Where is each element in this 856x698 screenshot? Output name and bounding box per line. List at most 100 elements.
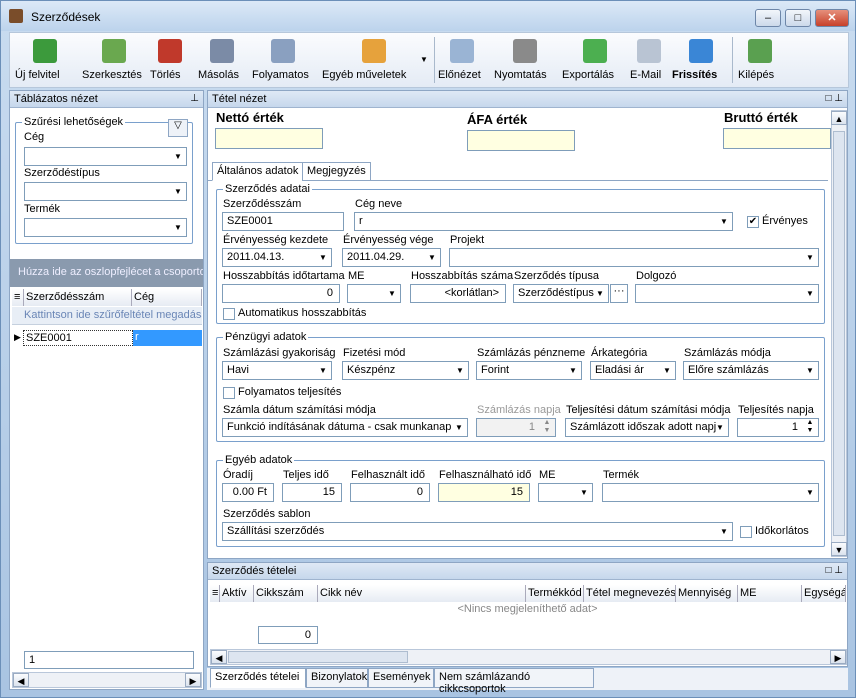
termek-dropdown[interactable]: ▼ [24,218,187,237]
maximize-button[interactable]: □ [785,9,811,27]
more-actions-dropdown-icon[interactable]: ▼ [420,55,428,64]
scroll-thumb[interactable] [228,651,408,663]
szamlazas-napja-stepper: 1 ▲ ▼ [476,418,556,437]
folyamatos-teljesites-checkbox[interactable] [223,387,235,399]
column-chooser-icon[interactable]: ≡ [12,289,24,306]
teljesitesi-datum-dropdown[interactable]: Számlázott időszak adott napj ▼ [565,418,729,437]
szamla-datum-value: Funkció indításának dátuma - csak munkan… [227,421,452,433]
toolbar-button-5[interactable]: Egyéb műveletek [322,33,426,87]
chevron-down-icon: ▼ [388,289,396,298]
spinner-icon[interactable]: ▲ ▼ [802,419,818,436]
column-chooser-icon[interactable]: ≡ [210,585,220,602]
toolbar-button-11[interactable]: Kilépés [738,33,782,87]
items-column-header[interactable]: Mennyiség [676,585,738,602]
tab-altalanos-adatok[interactable]: Általános adatok [212,162,304,181]
scroll-left-icon[interactable]: ◀ [211,650,227,664]
penznem-dropdown[interactable]: Forint ▼ [476,361,582,380]
gyakorisag-dropdown[interactable]: Havi ▼ [222,361,332,380]
pin-icon[interactable]: ⊥ [190,93,199,104]
items-column-header[interactable]: Cikk név [318,585,526,602]
bottom-tab-0[interactable]: Szerződés tételei [210,668,306,688]
bottom-tab-3[interactable]: Nem számlázandó cikkcsoportok [434,668,594,695]
close-button[interactable]: ✕ [815,9,849,27]
table-row[interactable]: ▶ SZE0001 r [12,330,202,347]
chevron-down-icon: ▼ [720,217,728,226]
ervenyes-checkbox[interactable]: ✔ [747,216,759,228]
cegnev-dropdown[interactable]: r ▼ [354,212,733,231]
oradij-input[interactable]: 0.00 Ft [222,483,274,502]
bottom-tab-1[interactable]: Bizonylatok [306,668,368,688]
dolgozo-dropdown[interactable]: ▼ [635,284,819,303]
items-column-header[interactable]: ME [738,585,802,602]
toolbar-button-0[interactable]: Új felvitel [15,33,75,87]
sablon-dropdown[interactable]: Szállítási szerződés ▼ [222,522,733,541]
projekt-dropdown[interactable]: ▼ [449,248,819,267]
toolbar-button-2[interactable]: Törlés [150,33,190,87]
toolbar-button-3[interactable]: Másolás [198,33,246,87]
vertical-scrollbar[interactable]: ▲ ▼ [831,110,847,557]
toolbar-button-10[interactable]: Frissítés [672,33,730,87]
group-by-area[interactable]: Húzza ide az oszlopfejlécet a csoporto [10,259,203,287]
szerzodesszam-input[interactable]: SZE0001 [222,212,344,231]
items-column-header[interactable]: Aktív [220,585,254,602]
row-ceg[interactable]: r [133,330,202,346]
teljesites-napja-stepper[interactable]: 1 ▲ ▼ [737,418,819,437]
bottom-tab-2[interactable]: Események [368,668,434,688]
szamlazas-modja-dropdown[interactable]: Előre számlázás ▼ [683,361,819,380]
termek-label: Termék [24,203,61,215]
pin-icon[interactable]: □ ⊥ [825,93,843,104]
toolbar-button-7[interactable]: Nyomtatás [494,33,556,87]
items-horizontal-scrollbar[interactable]: ◀ ▶ [210,649,847,665]
ellipsis-button[interactable]: ··· [610,284,628,303]
scroll-left-icon[interactable]: ◀ [13,673,29,687]
column-header-ceg[interactable]: Cég [132,289,202,306]
chevron-down-icon: ▼ [806,488,814,497]
items-column-header[interactable]: Cikkszám [254,585,318,602]
hossz-szama-input[interactable]: <korlátlan> [410,284,506,303]
me-label: ME [348,270,365,282]
vege-date[interactable]: 2011.04.29. ▼ [342,248,441,267]
teljes-ido-input[interactable]: 15 [282,483,342,502]
me2-dropdown[interactable]: ▼ [538,483,593,502]
arkategoria-dropdown[interactable]: Eladási ár ▼ [590,361,676,380]
scroll-down-icon[interactable]: ▼ [831,542,847,556]
items-column-header[interactable]: Termékkód [526,585,584,602]
page-number-field[interactable]: 1 [24,651,194,669]
auto-hossz-label: Automatikus hosszabbítás [238,307,367,319]
horizontal-scrollbar[interactable]: ◀ ▶ [12,672,202,688]
kezdete-date[interactable]: 2011.04.13. ▼ [222,248,332,267]
items-column-header[interactable]: Egységár [802,585,846,602]
brutto-label: Bruttó érték [724,110,798,125]
toolbar-button-1[interactable]: Szerkesztés [82,33,146,87]
grid-view-panel: Táblázatos nézet ⊥ Szűrési lehetőségek ▽ … [9,90,204,690]
column-header-szerzodesszam[interactable]: Szerződésszám [24,289,132,306]
toolbar-button-4[interactable]: Folyamatos [252,33,314,87]
scroll-right-icon[interactable]: ▶ [830,650,846,664]
termek2-dropdown[interactable]: ▼ [602,483,819,502]
pin-icon[interactable]: □ ⊥ [825,565,843,576]
me-dropdown[interactable]: ▼ [347,284,401,303]
szerzodestipus-dropdown[interactable]: ▼ [24,182,187,201]
scroll-thumb[interactable] [833,131,845,536]
scroll-up-icon[interactable]: ▲ [831,111,847,125]
filter-row[interactable]: Kattintson ide szűrőfeltétel megadásá [12,307,202,325]
toolbar-label: Nyomtatás [494,69,547,81]
szerzodes-tipusa-dropdown[interactable]: Szerződéstípus ▼ [513,284,609,303]
contract-items-panel: Szerződés tételei □ ⊥ ≡ Aktív Cikkszám Cikk … [207,562,848,667]
auto-hossz-checkbox[interactable] [223,308,235,320]
szamla-datum-dropdown[interactable]: Funkció indításának dátuma - csak munkan… [222,418,468,437]
toolbar-button-8[interactable]: Exportálás [562,33,628,87]
idokorlatos-checkbox[interactable] [740,526,752,538]
hossz-idotartam-input[interactable]: 0 [222,284,340,303]
fizetesi-mod-dropdown[interactable]: Készpénz ▼ [342,361,469,380]
toolbar-button-6[interactable]: Előnézet [438,33,486,87]
tab-megjegyzes[interactable]: Megjegyzés [302,162,371,181]
row-szerzodesszam[interactable]: SZE0001 [23,330,133,346]
felhasznalt-ido-input[interactable]: 0 [350,483,430,502]
filter-funnel-icon[interactable]: ▽ [168,119,188,137]
toolbar-button-9[interactable]: E-Mail [630,33,668,87]
items-column-header[interactable]: Tétel megnevezés [584,585,676,602]
scroll-right-icon[interactable]: ▶ [185,673,201,687]
ceg-dropdown[interactable]: ▼ [24,147,187,166]
minimize-button[interactable]: – [755,9,781,27]
